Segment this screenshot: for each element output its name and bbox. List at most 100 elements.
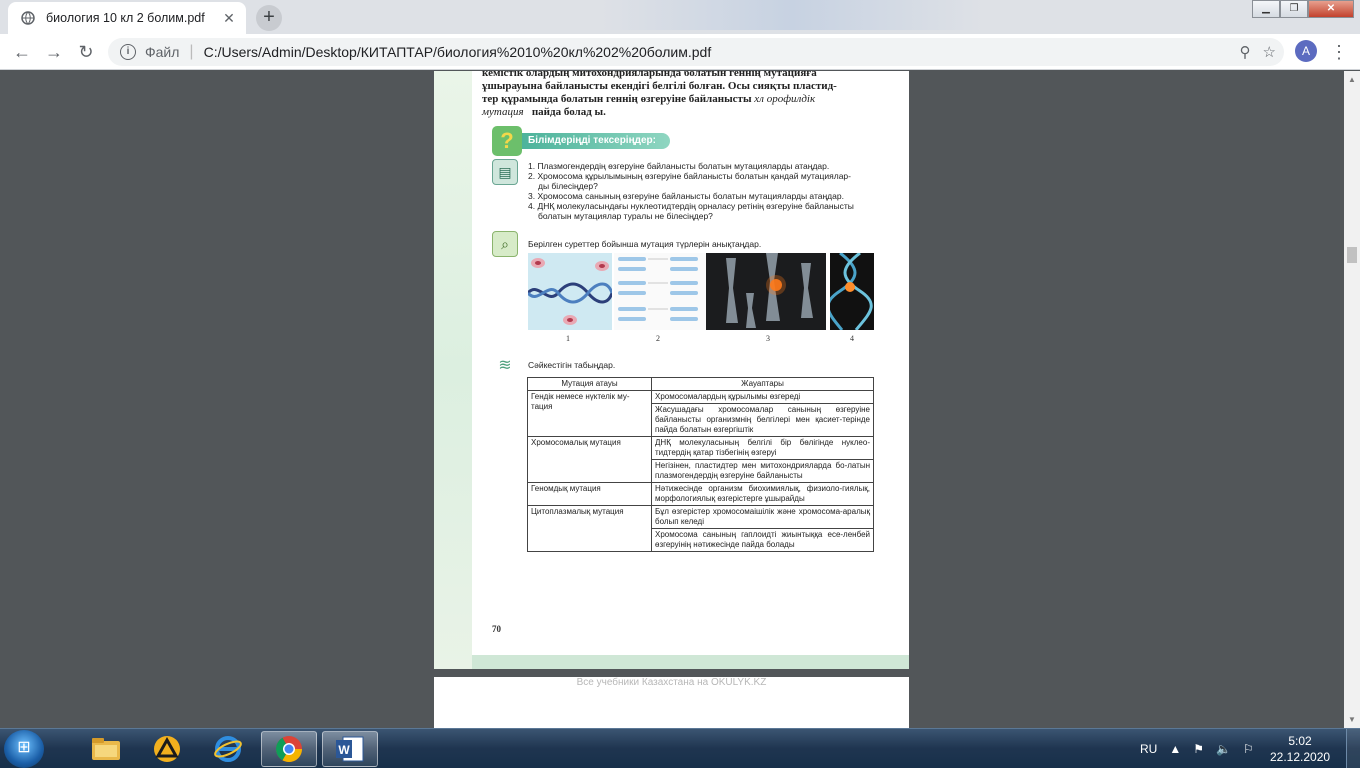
table-row: Гендік немесе нүктелік му-тация Хромосом… [527, 390, 874, 437]
volume-icon[interactable]: 🔈 [1216, 742, 1231, 756]
images-caption: Берілген суреттер бойынша мутация түрлер… [528, 239, 762, 249]
answer-cell: Хромосомалардың құрылымы өзгереді [651, 390, 874, 404]
internet-explorer-taskbar-icon[interactable] [200, 731, 256, 767]
info-icon[interactable]: i [120, 44, 136, 60]
explorer-taskbar-icon[interactable] [78, 731, 134, 767]
close-window-icon[interactable]: ✕ [1308, 0, 1354, 18]
clock-date: 22.12.2020 [1270, 750, 1331, 764]
dna-glow-image [830, 253, 874, 330]
window-controls: ▁ ❐ ✕ [1252, 0, 1354, 18]
show-desktop-button[interactable] [1346, 729, 1360, 768]
mutation-name: Цитоплазмалық мутация [527, 505, 652, 552]
table-header-row: Мутация атауы Жауаптары [527, 377, 874, 391]
check-title: Білімдеріңді тексеріңдер: [522, 133, 670, 149]
image-number: 3 [766, 334, 770, 343]
intro-end: пайда болад ы. [531, 106, 606, 118]
scroll-thumb[interactable] [1347, 247, 1357, 263]
clock[interactable]: 5:02 22.12.2020 [1270, 733, 1330, 765]
start-button[interactable]: ⊞ [4, 730, 44, 768]
intro-line-3-text: тер құрамында болатын геннің өзгеруіне б… [482, 93, 752, 105]
matching-table: Мутация атауы Жауаптары Гендік немесе нү… [527, 377, 874, 552]
network-error-icon[interactable]: ⚑ [1193, 742, 1204, 756]
image-number: 4 [850, 334, 854, 343]
action-center-icon[interactable]: ⚐ [1243, 742, 1254, 756]
question-line: 2. Хромосома құрылымының өзгеруіне байла… [528, 171, 851, 181]
answer-cell: Нәтижесінде организм биохимиялық, физиол… [651, 482, 874, 506]
question-list: 1. Плазмогендердің өзгеруіне байланысты … [528, 161, 878, 221]
intro-paragraph: кемістік олардың митохондрияларында бола… [482, 71, 870, 119]
windows-logo-icon: ⊞ [17, 739, 31, 756]
back-icon[interactable]: ← [8, 38, 36, 66]
pdf-viewer[interactable]: кемістік олардың митохондрияларында бола… [0, 71, 1344, 728]
column-header: Жауаптары [651, 377, 874, 391]
tab-title: биология 10 кл 2 болим.pdf [46, 11, 205, 25]
page-footer-band [472, 655, 909, 669]
question-line: 1. Плазмогендердің өзгеруіне байланысты … [528, 161, 830, 171]
address-bar[interactable]: i Файл | C:/Users/Admin/Desktop/КИТАПТАР… [108, 38, 1284, 66]
tab-bar: биология 10 кл 2 болим.pdf ✕ + ▁ ❐ ✕ [0, 0, 1360, 34]
question-line: болатын мутациялар туралы не білесіңдер? [538, 211, 713, 221]
column-header: Мутация атауы [527, 377, 652, 391]
answer-cell: ДНҚ молекуласының белгілі бір бөлігінде … [651, 436, 874, 460]
reload-icon[interactable]: ↻ [72, 38, 100, 66]
app-triangle-taskbar-icon[interactable] [139, 731, 195, 767]
tab-pdf[interactable]: биология 10 кл 2 болим.pdf ✕ [8, 2, 246, 34]
scroll-down-icon[interactable]: ▼ [1348, 715, 1356, 724]
zoom-search-icon[interactable]: ⚲ [1240, 43, 1251, 61]
question-mark-icon: ? [492, 126, 522, 156]
image-number: 1 [566, 334, 570, 343]
intro-line-3: тер құрамында болатын геннің өзгеруіне б… [482, 93, 870, 106]
table-row: Цитоплазмалық мутация Бұл өзгерістер хро… [527, 505, 874, 552]
scheme-label: Файл [145, 44, 180, 60]
page-number: 70 [492, 624, 501, 634]
gene-sequence-diagram [614, 253, 706, 330]
word-taskbar-icon[interactable]: W [322, 731, 378, 767]
bookmark-star-icon[interactable]: ☆ [1263, 43, 1276, 61]
match-caption: Сәйкестігін табыңдар. [528, 360, 616, 370]
layers-icon: ≋ [498, 357, 512, 374]
browser-toolbar: ← → ↻ i Файл | C:/Users/Admin/Desktop/КИ… [0, 34, 1360, 70]
url-text[interactable]: C:/Users/Admin/Desktop/КИТАПТАР/биология… [204, 44, 712, 60]
intro-italic-2: мутация [482, 106, 524, 118]
viewer-scrollbar[interactable]: ▲ ▼ [1344, 71, 1360, 728]
question-line: 4. ДНҚ молекуласындағы нуклеотидтердің о… [528, 201, 854, 211]
window-titlebar-bg [600, 0, 1240, 30]
intro-line-4: мутация пайда болад ы. [482, 106, 870, 119]
question-line: 3. Хромосома санының өзгеруіне байланыст… [528, 191, 844, 201]
dna-helix-image [528, 253, 612, 330]
question-line: ды білесіңдер? [538, 181, 598, 191]
pdf-page: кемістік олардың митохондрияларында бола… [434, 71, 909, 669]
system-tray: RU ▲ ⚑ 🔈 ⚐ [1140, 733, 1254, 765]
image-number: 2 [656, 334, 660, 343]
omnibox-separator: | [189, 43, 194, 60]
new-tab-button[interactable]: + [256, 5, 282, 31]
profile-avatar[interactable]: A [1295, 40, 1317, 62]
taskbar: ⊞ W RU ▲ ⚑ 🔈 ⚐ 5:02 22.12.2020 [0, 728, 1360, 768]
minimize-icon[interactable]: ▁ [1252, 0, 1280, 18]
mutation-name: Геномдық мутация [527, 482, 652, 506]
scroll-up-icon[interactable]: ▲ [1348, 75, 1356, 84]
globe-icon [20, 10, 36, 26]
page-side-decoration [434, 71, 472, 669]
book-icon: ▤ [492, 159, 518, 185]
answer-cell: Жасушадағы хромосомалар санының өзгеруін… [651, 403, 874, 437]
pdf-page-next: Все учебники Казахстана на OKULYK.KZ [434, 677, 909, 728]
intro-line-2: ұшырауына байланысты екендігі белгілі бо… [482, 80, 837, 92]
mutation-name: Хромосомалық мутация [527, 436, 652, 483]
answer-cell: Хромосома санының гаплоидті жиынтыққа ес… [651, 528, 874, 552]
language-indicator[interactable]: RU [1140, 742, 1157, 756]
table-row: Хромосомалық мутация ДНҚ молекуласының б… [527, 436, 874, 483]
chrome-taskbar-icon[interactable] [261, 731, 317, 767]
clock-time: 5:02 [1288, 734, 1312, 748]
intro-italic: хл орофилдік [754, 93, 816, 105]
intro-line-1: кемістік олардың митохондрияларында бола… [482, 71, 817, 79]
tray-expand-icon[interactable]: ▲ [1169, 742, 1181, 756]
forward-icon[interactable]: → [40, 38, 68, 66]
maximize-icon[interactable]: ❐ [1280, 0, 1308, 18]
mutation-name: Гендік немесе нүктелік му-тация [527, 390, 652, 437]
tab-close-icon[interactable]: ✕ [220, 9, 238, 27]
table-row: Геномдық мутация Нәтижесінде организм би… [527, 482, 874, 506]
menu-dots-icon[interactable]: ⋮ [1330, 38, 1348, 66]
svg-text:W: W [338, 743, 350, 757]
answer-cell: Негізінен, пластидтер мен митохондриялар… [651, 459, 874, 483]
